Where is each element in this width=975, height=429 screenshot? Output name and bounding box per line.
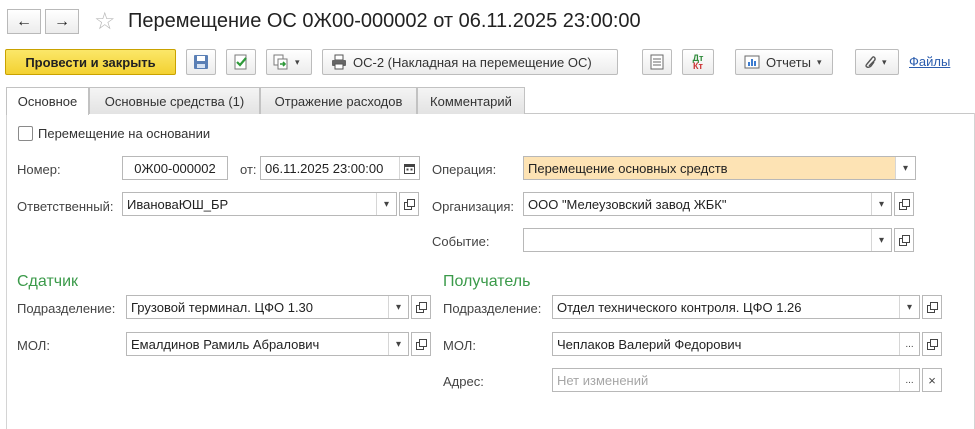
open-icon[interactable] xyxy=(894,192,914,216)
print-os2-button[interactable]: ОС-2 (Накладная на перемещение ОС) xyxy=(322,49,618,75)
forward-button[interactable]: → xyxy=(45,9,79,34)
responsible-value: ИвановаЮШ_БР xyxy=(127,196,229,212)
post-button[interactable] xyxy=(226,49,256,75)
receiver-department-field[interactable]: Отдел технического контроля. ЦФО 1.26 ▾ xyxy=(552,295,920,319)
files-link[interactable]: Файлы xyxy=(909,54,950,69)
back-button[interactable]: ← xyxy=(7,9,41,34)
paperclip-icon xyxy=(862,54,876,70)
reports-button[interactable]: Отчеты ▾ xyxy=(735,49,833,75)
sender-mol-value: Емалдинов Рамиль Абралович xyxy=(131,336,320,352)
tab-comment[interactable]: Комментарий xyxy=(417,87,525,114)
attachments-button[interactable]: ▾ xyxy=(855,49,899,75)
dtkt-button[interactable]: Дт Кт xyxy=(682,49,714,75)
organization-label: Организация: xyxy=(432,199,515,214)
based-on-checkbox[interactable] xyxy=(18,126,33,141)
chevron-down-icon: ▾ xyxy=(882,56,887,67)
create-based-on-icon xyxy=(273,54,289,70)
number-value: 0Ж00-000002 xyxy=(134,160,216,176)
tab-expense-reflection[interactable]: Отражение расходов xyxy=(260,87,417,114)
based-on-label: Перемещение на основании xyxy=(38,126,211,141)
event-label: Событие: xyxy=(432,234,490,249)
operation-label: Операция: xyxy=(432,162,497,177)
responsible-label: Ответственный: xyxy=(17,199,114,214)
date-label: от: xyxy=(240,162,257,177)
create-based-on-button[interactable]: ▾ xyxy=(266,49,312,75)
clear-icon[interactable]: × xyxy=(922,368,942,392)
receiver-address-field[interactable]: Нет изменений ... xyxy=(552,368,920,392)
open-icon[interactable] xyxy=(411,295,431,319)
receiver-address-placeholder: Нет изменений xyxy=(557,372,649,388)
operation-select[interactable]: Перемещение основных средств ▾ xyxy=(523,156,916,180)
dropdown-icon[interactable]: ▾ xyxy=(871,229,891,251)
content-left-border xyxy=(6,113,7,429)
sender-department-field[interactable]: Грузовой терминал. ЦФО 1.30 ▾ xyxy=(126,295,409,319)
tab-fixed-assets[interactable]: Основные средства (1) xyxy=(89,87,260,114)
date-value: 06.11.2025 23:00:00 xyxy=(265,160,384,176)
organization-field[interactable]: ООО "Мелеузовский завод ЖБК" ▾ xyxy=(523,192,892,216)
dtkt-icon: Дт Кт xyxy=(693,54,704,71)
receiver-section-title: Получатель xyxy=(443,273,531,290)
receiver-mol-value: Чеплаков Валерий Федорович xyxy=(557,336,742,352)
print-os2-label: ОС-2 (Накладная на перемещение ОС) xyxy=(353,54,592,70)
report-icon xyxy=(744,54,760,70)
date-field[interactable]: 06.11.2025 23:00:00 xyxy=(260,156,420,180)
favorite-star-icon[interactable]: ☆ xyxy=(94,8,116,36)
dropdown-icon[interactable]: ▾ xyxy=(871,193,891,215)
sender-mol-field[interactable]: Емалдинов Рамиль Абралович ▾ xyxy=(126,332,409,356)
sender-department-label: Подразделение: xyxy=(17,301,116,316)
sender-mol-label: МОЛ: xyxy=(17,338,50,353)
chevron-down-icon: ▾ xyxy=(816,56,822,67)
receiver-department-value: Отдел технического контроля. ЦФО 1.26 xyxy=(557,299,802,315)
dropdown-icon[interactable]: ▾ xyxy=(376,193,396,215)
sender-department-value: Грузовой терминал. ЦФО 1.30 xyxy=(131,299,314,315)
post-and-close-button[interactable]: Провести и закрыть xyxy=(5,49,176,75)
event-field[interactable]: ▾ xyxy=(523,228,892,252)
structure-button[interactable] xyxy=(642,49,672,75)
receiver-address-label: Адрес: xyxy=(443,374,484,389)
tab-main[interactable]: Основное xyxy=(6,87,89,115)
responsible-field[interactable]: ИвановаЮШ_БР ▾ xyxy=(122,192,397,216)
list-icon xyxy=(650,54,664,70)
dropdown-icon[interactable]: ▾ xyxy=(899,296,919,318)
select-ellipsis-button[interactable]: ... xyxy=(899,333,919,355)
number-field[interactable]: 0Ж00-000002 xyxy=(122,156,228,180)
sender-section-title: Сдатчик xyxy=(17,273,79,290)
document-title: Перемещение ОС 0Ж00-000002 от 06.11.2025… xyxy=(128,10,641,32)
chevron-down-icon: ▾ xyxy=(295,56,300,67)
open-icon[interactable] xyxy=(894,228,914,252)
receiver-mol-label: МОЛ: xyxy=(443,338,476,353)
kt-label: Кт xyxy=(693,61,703,71)
receiver-mol-field[interactable]: Чеплаков Валерий Федорович ... xyxy=(552,332,920,356)
open-icon[interactable] xyxy=(922,295,942,319)
post-document-icon xyxy=(233,54,249,70)
open-icon[interactable] xyxy=(399,192,419,216)
open-icon[interactable] xyxy=(922,332,942,356)
printer-icon xyxy=(331,54,347,70)
organization-value: ООО "Мелеузовский завод ЖБК" xyxy=(528,196,727,212)
select-ellipsis-button[interactable]: ... xyxy=(899,369,919,391)
save-icon xyxy=(193,54,209,70)
open-icon[interactable] xyxy=(411,332,431,356)
dropdown-icon[interactable]: ▾ xyxy=(388,333,408,355)
reports-label: Отчеты xyxy=(766,54,811,70)
dropdown-icon[interactable]: ▾ xyxy=(895,157,915,179)
dropdown-icon[interactable]: ▾ xyxy=(388,296,408,318)
number-label: Номер: xyxy=(17,162,61,177)
operation-value: Перемещение основных средств xyxy=(528,160,728,176)
receiver-department-label: Подразделение: xyxy=(443,301,542,316)
post-and-close-label: Провести и закрыть xyxy=(25,54,156,70)
save-button[interactable] xyxy=(186,49,216,75)
calendar-icon[interactable] xyxy=(399,157,419,179)
